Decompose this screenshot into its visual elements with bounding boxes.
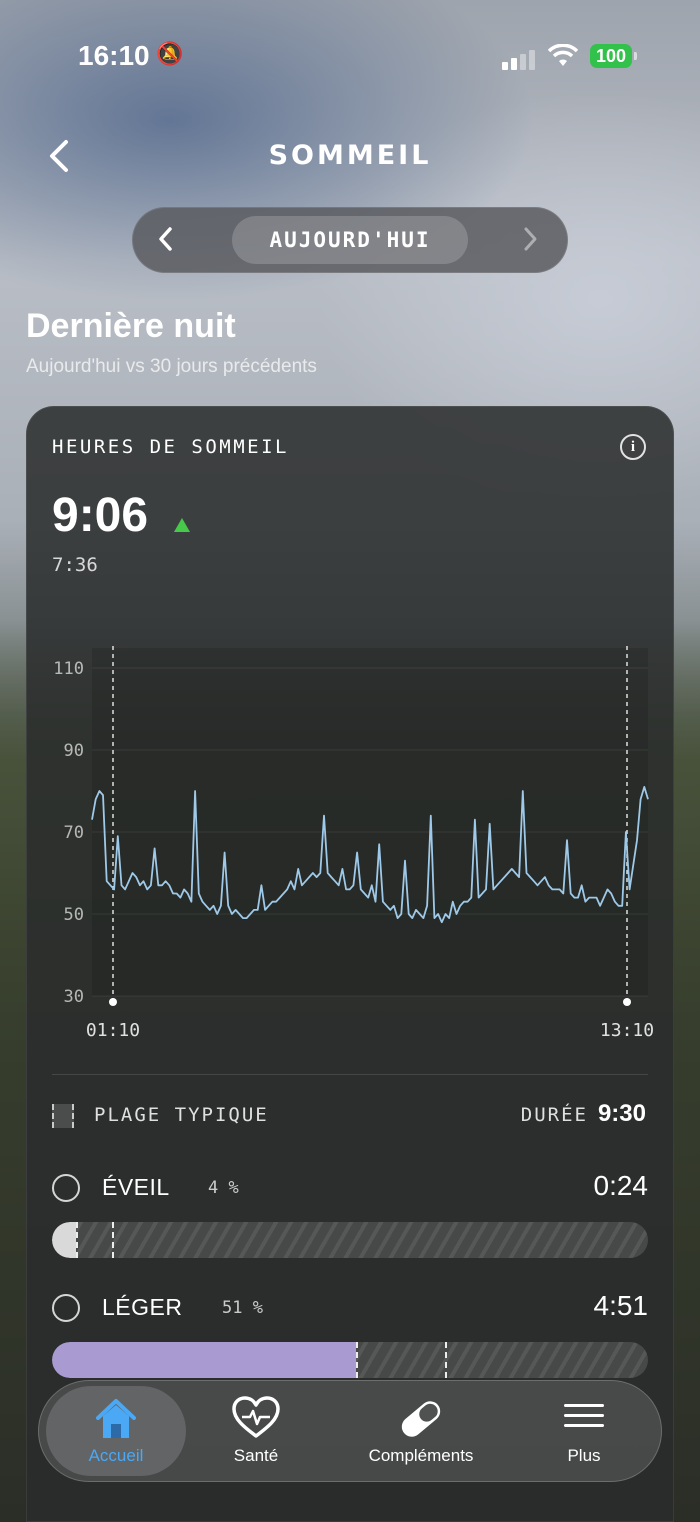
chevron-left-icon xyxy=(159,227,172,251)
stage-light[interactable]: LÉGER 51 % 4:51 xyxy=(52,1290,648,1394)
stage-percent: 4 % xyxy=(208,1178,239,1198)
stage-progress-fill xyxy=(52,1342,356,1378)
previous-average-value: 7:36 xyxy=(52,554,98,576)
chart-plot-area xyxy=(92,648,648,996)
info-icon[interactable]: i xyxy=(620,434,646,460)
bell-muted-icon: 🔕 xyxy=(156,42,184,67)
stage-percent: 51 % xyxy=(222,1298,263,1318)
duration-label: DURÉE xyxy=(520,1104,588,1126)
home-icon xyxy=(96,1399,136,1438)
cellular-signal-icon xyxy=(502,48,536,70)
chart-y-tick-label: 70 xyxy=(64,823,84,843)
sleep-hours-value: 9:06 xyxy=(52,489,149,542)
typical-range-marker xyxy=(445,1342,448,1378)
sleep-start-dot xyxy=(109,998,117,1006)
page-title: SOMMEIL xyxy=(268,140,432,171)
stage-circle-icon xyxy=(52,1174,80,1202)
stage-progress-bar xyxy=(52,1342,648,1378)
section-title: Dernière nuit xyxy=(26,307,236,345)
status-bar: 16:10 🔕 100 xyxy=(0,40,700,76)
tab-home[interactable]: Accueil xyxy=(46,1386,186,1476)
chart-y-tick-label: 30 xyxy=(64,987,84,1007)
chart-x-tick-label: 01:10 xyxy=(86,1020,140,1041)
divider xyxy=(52,1074,648,1075)
battery-indicator: 100 xyxy=(590,44,637,68)
chart-x-tick-label: 13:10 xyxy=(600,1020,654,1041)
stage-marker xyxy=(355,1342,358,1378)
tab-label: Compléments xyxy=(368,1446,474,1465)
sleep-hours-card: HEURES DE SOMMEIL i 9:06 7:36 110 90 70 50 3… xyxy=(26,406,674,1522)
trend-up-icon xyxy=(174,518,190,532)
chart-y-tick-label: 110 xyxy=(53,659,84,679)
stage-marker xyxy=(75,1222,78,1258)
stage-progress-fill xyxy=(52,1222,76,1258)
tab-label: Plus xyxy=(567,1446,601,1465)
tab-more[interactable]: Plus xyxy=(526,1380,642,1482)
stage-name: LÉGER xyxy=(102,1294,183,1320)
stage-progress-bar xyxy=(52,1222,648,1258)
chart-y-tick-label: 50 xyxy=(64,905,84,925)
typical-range-label: PLAGE TYPIQUE xyxy=(94,1104,269,1126)
tab-label: Santé xyxy=(233,1446,279,1465)
stage-duration: 0:24 xyxy=(593,1170,649,1201)
tab-supplements[interactable]: Compléments xyxy=(334,1380,508,1482)
menu-icon xyxy=(564,1404,604,1427)
status-time: 16:10 xyxy=(78,40,150,71)
typical-range-icon xyxy=(52,1104,74,1128)
stage-awake[interactable]: ÉVEIL 4 % 0:24 xyxy=(52,1170,648,1274)
chart-y-tick-label: 90 xyxy=(64,741,84,761)
chevron-right-icon xyxy=(524,227,537,251)
duration-value: 9:30 xyxy=(597,1100,646,1127)
tab-health[interactable]: Santé xyxy=(188,1380,324,1482)
section-subtitle: Aujourd'hui vs 30 jours précédents xyxy=(26,356,317,377)
stage-duration: 4:51 xyxy=(593,1290,649,1321)
sleep-end-dot xyxy=(623,998,631,1006)
next-day-button[interactable] xyxy=(520,219,540,268)
sleep-heart-rate-chart: 110 90 70 50 3001:10 13:10 xyxy=(53,646,654,1041)
stage-circle-icon xyxy=(52,1294,80,1322)
bottom-tab-bar: Accueil Santé Compléments Plus xyxy=(38,1380,662,1482)
date-navigator: AUJOURD'HUI xyxy=(132,207,568,273)
date-label[interactable]: AUJOURD'HUI xyxy=(232,216,468,264)
wifi-icon xyxy=(547,43,579,74)
heart-pulse-icon xyxy=(232,1396,280,1438)
card-title: HEURES DE SOMMEIL xyxy=(52,436,289,458)
previous-day-button[interactable] xyxy=(156,219,176,268)
tab-label: Accueil xyxy=(88,1446,144,1465)
stage-name: ÉVEIL xyxy=(102,1174,170,1200)
pill-icon xyxy=(401,1401,441,1437)
typical-range-marker xyxy=(111,1222,114,1258)
